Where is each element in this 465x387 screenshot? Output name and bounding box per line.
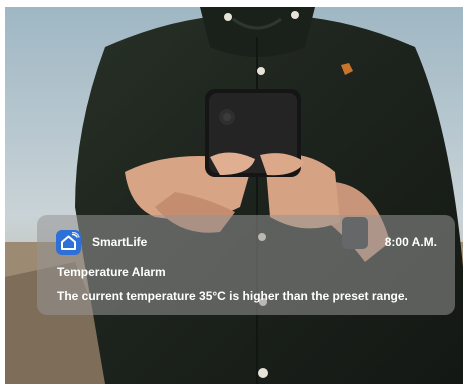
notification-screenshot: SmartLife 8:00 A.M. Temperature Alarm Th…: [0, 0, 465, 387]
person-holding-phone-illustration: [5, 7, 463, 384]
notification-title: Temperature Alarm: [57, 265, 166, 279]
app-name: SmartLife: [92, 235, 148, 249]
smartlife-home-icon: [56, 230, 81, 255]
push-notification[interactable]: SmartLife 8:00 A.M. Temperature Alarm Th…: [37, 215, 455, 315]
background-photo: [5, 7, 463, 384]
notification-time: 8:00 A.M.: [384, 235, 437, 249]
notification-message: The current temperature 35°C is higher t…: [57, 289, 408, 303]
